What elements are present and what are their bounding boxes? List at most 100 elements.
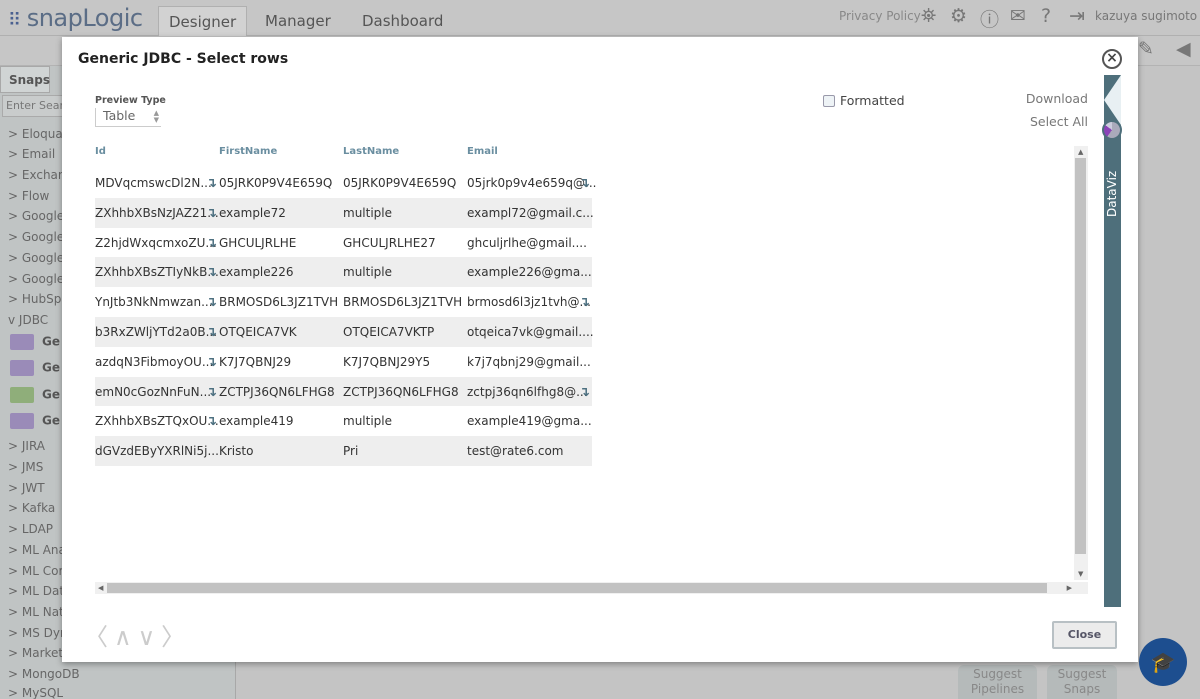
scroll-thumb[interactable] bbox=[107, 583, 1047, 593]
table-row[interactable]: emN0cGozNnFuN... ZCTPJ36QN6LFHG8 ZCTPJ36QN… bbox=[95, 376, 592, 407]
expand-icon[interactable]: ↴ bbox=[206, 236, 217, 251]
table-row[interactable]: MDVqcmswcDl2N... 05JRK0P9V4E659Q 05JRK0P9V… bbox=[95, 168, 596, 198]
table-row[interactable]: ZXhhbXBsZTQxOU... example419 multiple examp… bbox=[95, 406, 592, 436]
vertical-scrollbar[interactable]: ▲ ▼ bbox=[1074, 146, 1088, 580]
tab-manager[interactable]: Manager bbox=[255, 6, 341, 36]
cell-firstname: example419 bbox=[219, 414, 294, 429]
expand-icon[interactable]: ↴ bbox=[206, 206, 217, 221]
sidebar-category[interactable]: > Google bbox=[8, 251, 64, 265]
sidebar-category[interactable]: > ML Cor bbox=[8, 564, 63, 578]
user-name[interactable]: kazuya sugimoto bbox=[1095, 9, 1197, 23]
edit-icon[interactable]: ✎ bbox=[1138, 38, 1154, 60]
sidebar-category[interactable]: > ML Nat bbox=[8, 605, 64, 619]
column-header-firstname[interactable]: FirstName bbox=[219, 146, 277, 157]
next-icon[interactable]: 〉 bbox=[161, 623, 191, 651]
sidebar-category[interactable]: > MS Dyn bbox=[8, 626, 68, 640]
sidebar-category[interactable]: v JDBC bbox=[8, 313, 48, 327]
column-header-id[interactable]: Id bbox=[95, 146, 106, 157]
cell-firstname: example72 bbox=[219, 205, 286, 220]
expand-icon[interactable]: ↴ bbox=[206, 265, 217, 280]
table-row[interactable]: Z2hjdWxqcmxoZU... GHCULJRLHE GHCULJRLHE27 g… bbox=[95, 228, 592, 258]
column-header-lastname[interactable]: LastName bbox=[343, 146, 399, 157]
tab-designer[interactable]: Designer bbox=[158, 6, 248, 36]
scroll-up-icon: ▲ bbox=[1078, 148, 1084, 156]
table-row[interactable]: b3RxZWljYTd2a0B... OTQEICA7VK OTQEICA7VKTP… bbox=[95, 317, 594, 347]
snap-item[interactable]: Ge bbox=[10, 360, 60, 376]
horizontal-scrollbar[interactable]: ◀ ▶ bbox=[95, 582, 1088, 594]
snap-item[interactable]: Ge bbox=[10, 387, 60, 403]
snap-item[interactable]: Ge bbox=[10, 413, 60, 429]
cell-id: b3RxZWljYTd2a0B... bbox=[95, 325, 218, 339]
close-button[interactable]: Close bbox=[1052, 621, 1117, 649]
cell-id: ZXhhbXBsZTIyNkB... bbox=[95, 265, 219, 280]
gear-icon[interactable]: ⚙ bbox=[950, 5, 967, 27]
sidebar-category[interactable]: > JIRA bbox=[8, 439, 45, 453]
feedback-icon[interactable]: ⓘ bbox=[980, 5, 999, 32]
sidebar-category[interactable]: > Google bbox=[8, 209, 64, 223]
expand-icon[interactable]: ↴ bbox=[579, 295, 590, 310]
cell-email: zctpj36qn6lfhg8@... bbox=[467, 384, 588, 399]
table-row[interactable]: YnJtb3NkNmwzan... BRMOSD6L3JZ1TVH BRMOSD6L… bbox=[95, 287, 592, 317]
table-row[interactable]: azdqN3FibmoyOU... K7J7QBNJ29 K7J7QBNJ29Y5 k… bbox=[95, 347, 592, 377]
table-row[interactable]: ZXhhbXBsNzJAZ21... example72 multiple examp… bbox=[95, 197, 594, 228]
help-icon[interactable]: ? bbox=[1041, 5, 1051, 27]
table-row[interactable]: ZXhhbXBsZTIyNkB... example226 multiple exam… bbox=[95, 257, 592, 288]
prev-icon[interactable]: 〈 bbox=[84, 623, 114, 651]
snap-icon bbox=[10, 413, 34, 429]
tab-snaps[interactable]: Snaps bbox=[0, 66, 50, 93]
expand-icon[interactable]: ↴ bbox=[206, 355, 217, 370]
sidebar-category[interactable]: > MongoDB bbox=[8, 667, 80, 681]
mail-icon[interactable]: ✉ bbox=[1010, 5, 1026, 27]
sidebar-category[interactable]: > LDAP bbox=[8, 522, 53, 536]
download-link[interactable]: Download bbox=[1026, 91, 1088, 106]
up-icon[interactable]: ∧ bbox=[114, 623, 138, 651]
sidebar-category[interactable]: > Exchan bbox=[8, 168, 66, 182]
sidebar-category[interactable]: > JWT bbox=[8, 481, 45, 495]
table-row[interactable]: dGVzdEByYXRlNi5j... Kristo Pri test@rate6.c… bbox=[95, 436, 592, 466]
sidebar-category[interactable]: > Google bbox=[8, 230, 64, 244]
expand-icon[interactable]: ↴ bbox=[206, 176, 217, 191]
expand-icon[interactable]: ↴ bbox=[206, 325, 217, 340]
preview-type-select[interactable]: Table ▲ ▼ bbox=[95, 108, 161, 127]
select-all-link[interactable]: Select All bbox=[1030, 114, 1088, 129]
sidebar-category[interactable]: > HubSp bbox=[8, 292, 61, 306]
expand-icon[interactable]: ↴ bbox=[206, 385, 217, 400]
sidebar-category[interactable]: > Flow bbox=[8, 189, 49, 203]
sidebar-category[interactable]: > Market bbox=[8, 646, 63, 660]
suggest-snaps-button[interactable]: Suggest Snaps bbox=[1047, 665, 1117, 699]
sidebar-category[interactable]: > ML Ana bbox=[8, 543, 66, 557]
down-icon[interactable]: ∨ bbox=[138, 623, 162, 651]
learning-center-button[interactable]: 🎓 bbox=[1139, 638, 1187, 686]
sidebar-category[interactable]: > ML Dat bbox=[8, 584, 64, 598]
snaplogic-logo[interactable]: ⠿ snapLogic bbox=[8, 4, 143, 32]
snap-item[interactable]: Ge bbox=[10, 334, 60, 350]
checkbox-icon[interactable] bbox=[823, 95, 835, 107]
logout-icon[interactable]: ⇥ bbox=[1069, 5, 1085, 27]
app-grid-icon[interactable]: ⠿ bbox=[8, 10, 21, 31]
tab-dashboard[interactable]: Dashboard bbox=[352, 6, 453, 36]
sidebar-category[interactable]: > MySQL bbox=[8, 686, 63, 699]
cell-lastname: BRMOSD6L3JZ1TVH bbox=[343, 295, 463, 310]
sidebar-category[interactable]: > Google bbox=[8, 272, 64, 286]
cell-email: 05jrk0p9v4e659q@... bbox=[467, 176, 597, 190]
column-header-email[interactable]: Email bbox=[467, 146, 498, 157]
cell-firstname: Kristo bbox=[219, 444, 254, 459]
collapse-left-icon[interactable]: ◀ bbox=[1176, 38, 1191, 60]
close-icon[interactable]: × bbox=[1102, 49, 1122, 69]
expand-icon[interactable]: ↴ bbox=[579, 176, 590, 191]
scroll-thumb[interactable] bbox=[1075, 158, 1086, 554]
formatted-checkbox[interactable]: Formatted bbox=[823, 93, 905, 108]
dataviz-panel-toggle[interactable]: DataViz bbox=[1102, 75, 1122, 607]
top-nav-bar: ⠿ snapLogic Designer Manager Dashboard Pr… bbox=[0, 0, 1200, 36]
expand-icon[interactable]: ↴ bbox=[579, 385, 590, 400]
binoculars-icon[interactable]: ⛯ bbox=[921, 5, 936, 27]
expand-icon[interactable]: ↴ bbox=[206, 414, 217, 429]
graduation-cap-icon: 🎓 bbox=[1150, 650, 1176, 674]
privacy-policy-link[interactable]: Privacy Policy bbox=[839, 9, 921, 23]
sidebar-category[interactable]: > Eloqua bbox=[8, 127, 63, 141]
expand-icon[interactable]: ↴ bbox=[206, 295, 217, 310]
sidebar-category[interactable]: > Kafka bbox=[8, 501, 55, 515]
sidebar-category[interactable]: > JMS bbox=[8, 460, 43, 474]
suggest-pipelines-button[interactable]: Suggest Pipelines bbox=[958, 665, 1037, 699]
sidebar-category[interactable]: > Email bbox=[8, 147, 55, 161]
